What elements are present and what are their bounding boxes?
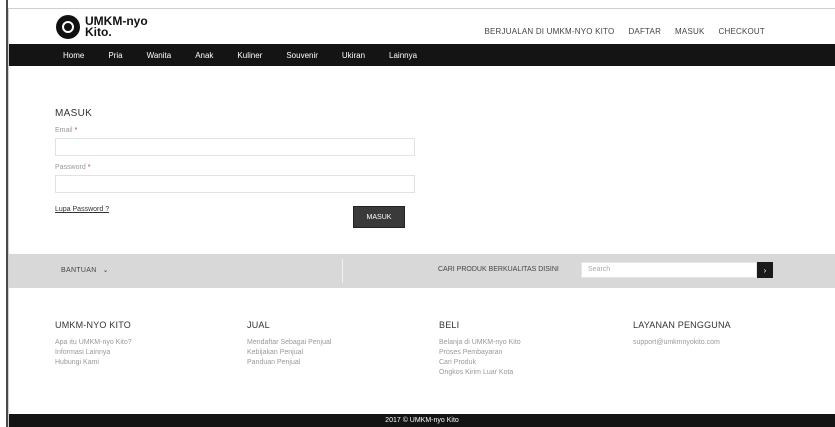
footer-link[interactable]: Proses Pembayaran [439,348,521,358]
footer-col-support: LAYANAN PENGGUNA support@umkmnyokito.com [633,320,731,348]
footer-col-jual: JUAL Mendaftar Sebagai Penjual Kebijakan… [247,320,331,368]
category-home[interactable]: Home [63,51,84,60]
category-lainnya[interactable]: Lainnya [389,51,417,60]
forgot-password-link[interactable]: Lupa Password ? [55,206,109,213]
password-field[interactable] [55,175,415,193]
email-field[interactable] [55,138,415,156]
category-pria[interactable]: Pria [108,51,122,60]
footer-link[interactable]: Informasi Lainnya [55,348,132,358]
category-bar: Home Pria Wanita Anak Kuliner Souvenir U… [9,44,835,66]
help-divider [342,259,343,283]
footer-link[interactable]: Ongkos Kirim Luar Kota [439,368,521,378]
footer-col-beli: BELI Belanja di UMKM-nyo Kito Proses Pem… [439,320,521,378]
site-header: UMKM-nyo Kito. BERJUALAN DI UMKM-NYO KIT… [12,10,835,44]
footer-col-title: LAYANAN PENGGUNA [633,320,731,330]
top-nav: BERJUALAN DI UMKM-NYO KITO DAFTAR MASUK … [484,27,765,36]
footer-link[interactable]: Mendaftar Sebagai Penjual [247,338,331,348]
footer-link[interactable]: Apa itu UMKM-nyo Kito? [55,338,132,348]
copyright-bar: 2017 © UMKM-nyo Kito [9,414,835,427]
password-required-mark: * [87,164,91,171]
top-nav-checkout[interactable]: CHECKOUT [719,27,766,36]
login-title: MASUK [55,108,93,119]
email-label-text: Email [55,127,73,134]
chevron-down-icon: ⌄ [102,267,109,274]
category-souvenir[interactable]: Souvenir [286,51,318,60]
password-label-text: Password [55,164,86,171]
top-nav-login[interactable]: MASUK [675,27,704,36]
logo-text-line2: Kito. [85,25,112,39]
login-actions: Lupa Password ? MASUK [55,206,415,228]
top-nav-register[interactable]: DAFTAR [628,27,661,36]
search-button[interactable]: › [757,262,773,278]
footer-link[interactable]: Kebijakan Penjual [247,348,331,358]
email-required-mark: * [74,127,78,134]
footer-col-title: UMKM-NYO KITO [55,320,131,330]
category-ukiran[interactable]: Ukiran [342,51,365,60]
footer-link[interactable]: Panduan Penjual [247,358,331,368]
site-logo[interactable]: UMKM-nyo Kito. [56,15,148,39]
login-button[interactable]: MASUK [353,206,405,228]
search-input[interactable]: Search [581,262,757,278]
help-label: BANTUAN [61,267,97,274]
password-label: Password * [55,164,415,171]
login-form: MASUK Email * Password * [55,108,415,193]
help-cta-text: CARI PRODUK BERKUALITAS DISINI [438,266,559,273]
support-email-link[interactable]: support@umkmnyokito.com [633,338,731,348]
logo-icon [56,15,80,39]
help-bar: BANTUAN ⌄ CARI PRODUK BERKUALITAS DISINI … [9,254,835,288]
footer-link[interactable]: Hubungi Kami [55,358,132,368]
category-wanita[interactable]: Wanita [147,51,172,60]
email-label: Email * [55,127,415,134]
category-anak[interactable]: Anak [195,51,213,60]
help-dropdown[interactable]: BANTUAN ⌄ [61,266,109,274]
top-nav-sell[interactable]: BERJUALAN DI UMKM-NYO KITO [484,27,614,36]
footer-col-title: BELI [439,320,460,330]
category-kuliner[interactable]: Kuliner [237,51,262,60]
footer-link[interactable]: Belanja di UMKM-nyo Kito [439,338,521,348]
footer-link[interactable]: Cari Produk [439,358,521,368]
footer-col-about: UMKM-NYO KITO Apa itu UMKM-nyo Kito? Inf… [55,320,132,368]
footer-col-title: JUAL [247,320,270,330]
logo-text: UMKM-nyo Kito. [85,15,148,39]
